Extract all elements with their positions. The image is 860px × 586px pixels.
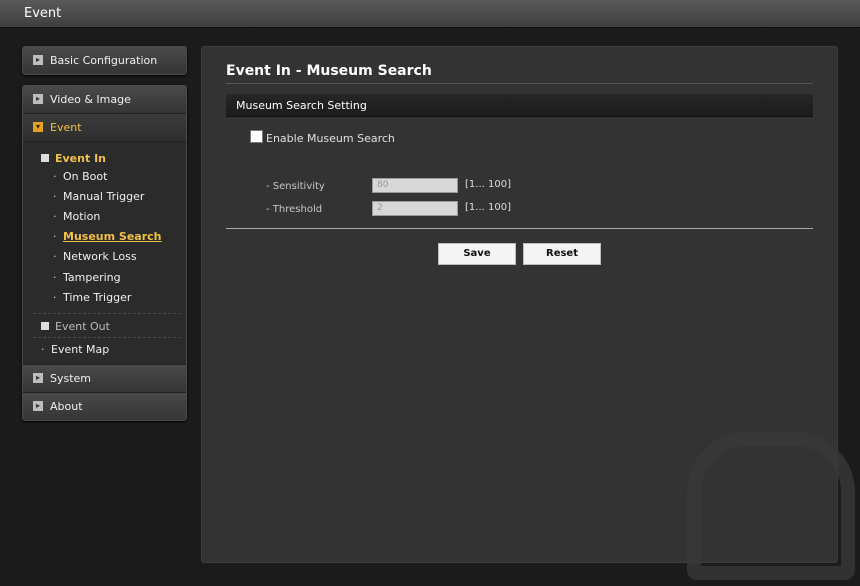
- sidebar-item-on-boot[interactable]: · On Boot: [53, 170, 107, 183]
- menu-head-basic-configuration[interactable]: ▸ Basic Configuration: [23, 47, 186, 74]
- menu-event[interactable]: ▾ Event: [23, 114, 186, 142]
- enable-museum-search-checkbox[interactable]: [250, 130, 263, 143]
- menu-video-image[interactable]: ▸ Video & Image: [23, 86, 186, 114]
- page-title: Event In - Museum Search: [226, 63, 432, 79]
- threshold-label: - Threshold: [266, 204, 323, 215]
- expand-icon: ▸: [33, 55, 43, 65]
- expand-icon: ▸: [33, 94, 43, 104]
- sidebar-group-event-out[interactable]: Event Out: [41, 320, 110, 333]
- title-bar: Event: [0, 0, 860, 28]
- expand-icon: ▸: [33, 401, 43, 411]
- content-panel: Event In - Museum Search Museum Search S…: [201, 46, 855, 580]
- sidebar-item-motion[interactable]: · Motion: [53, 210, 100, 223]
- threshold-range: [1... 100]: [465, 202, 511, 213]
- sidebar-item-manual-trigger[interactable]: · Manual Trigger: [53, 190, 144, 203]
- section-header: Museum Search Setting: [226, 94, 813, 117]
- sensitivity-input[interactable]: [372, 178, 458, 193]
- bullet-icon: ·: [41, 343, 45, 356]
- divider: [33, 313, 181, 314]
- app-title: Event: [24, 6, 62, 21]
- divider: [33, 337, 181, 338]
- menu-label: Video & Image: [50, 93, 131, 106]
- sensitivity-range: [1... 100]: [465, 179, 511, 190]
- title-divider: [226, 83, 813, 84]
- menu-basic-configuration[interactable]: ▸ Basic Configuration: [22, 46, 187, 75]
- plus-icon: [41, 322, 49, 330]
- sidebar-group-event-in[interactable]: Event In: [41, 152, 106, 165]
- sidebar-item-museum-search[interactable]: · Museum Search: [53, 230, 162, 243]
- menu-label: System: [50, 372, 92, 385]
- bullet-icon: ·: [53, 291, 57, 304]
- menu-label: Event: [50, 121, 82, 134]
- bullet-icon: ·: [53, 271, 57, 284]
- menu-label: About: [50, 400, 83, 413]
- expand-icon: ▸: [33, 373, 43, 383]
- sidebar-item-tampering[interactable]: · Tampering: [53, 271, 121, 284]
- sensitivity-label: - Sensitivity: [266, 181, 325, 192]
- bullet-icon: ·: [53, 210, 57, 223]
- save-button[interactable]: Save: [438, 243, 516, 265]
- section-title: Museum Search Setting: [236, 99, 367, 112]
- threshold-input[interactable]: [372, 201, 458, 216]
- bullet-icon: ·: [53, 250, 57, 263]
- bullet-icon: ·: [53, 230, 57, 243]
- menu-system[interactable]: ▸ System: [23, 364, 186, 393]
- watermark-logo: [687, 432, 855, 580]
- menu-label: Basic Configuration: [50, 54, 158, 67]
- bullet-icon: ·: [53, 190, 57, 203]
- form-divider: [226, 228, 813, 229]
- menu-main: ▸ Video & Image ▾ Event Event In · On Boo…: [22, 85, 187, 421]
- menu-about[interactable]: ▸ About: [23, 393, 186, 420]
- reset-button[interactable]: Reset: [523, 243, 601, 265]
- sidebar-item-event-map[interactable]: · Event Map: [41, 343, 109, 356]
- bullet-icon: ·: [53, 170, 57, 183]
- collapse-icon: ▾: [33, 122, 43, 132]
- event-submenu: Event In · On Boot · Manual Trigger · Motio…: [23, 142, 186, 364]
- enable-museum-search-label: Enable Museum Search: [266, 132, 395, 145]
- minus-icon: [41, 154, 49, 162]
- sidebar-item-time-trigger[interactable]: · Time Trigger: [53, 291, 131, 304]
- sidebar-item-network-loss[interactable]: · Network Loss: [53, 250, 137, 263]
